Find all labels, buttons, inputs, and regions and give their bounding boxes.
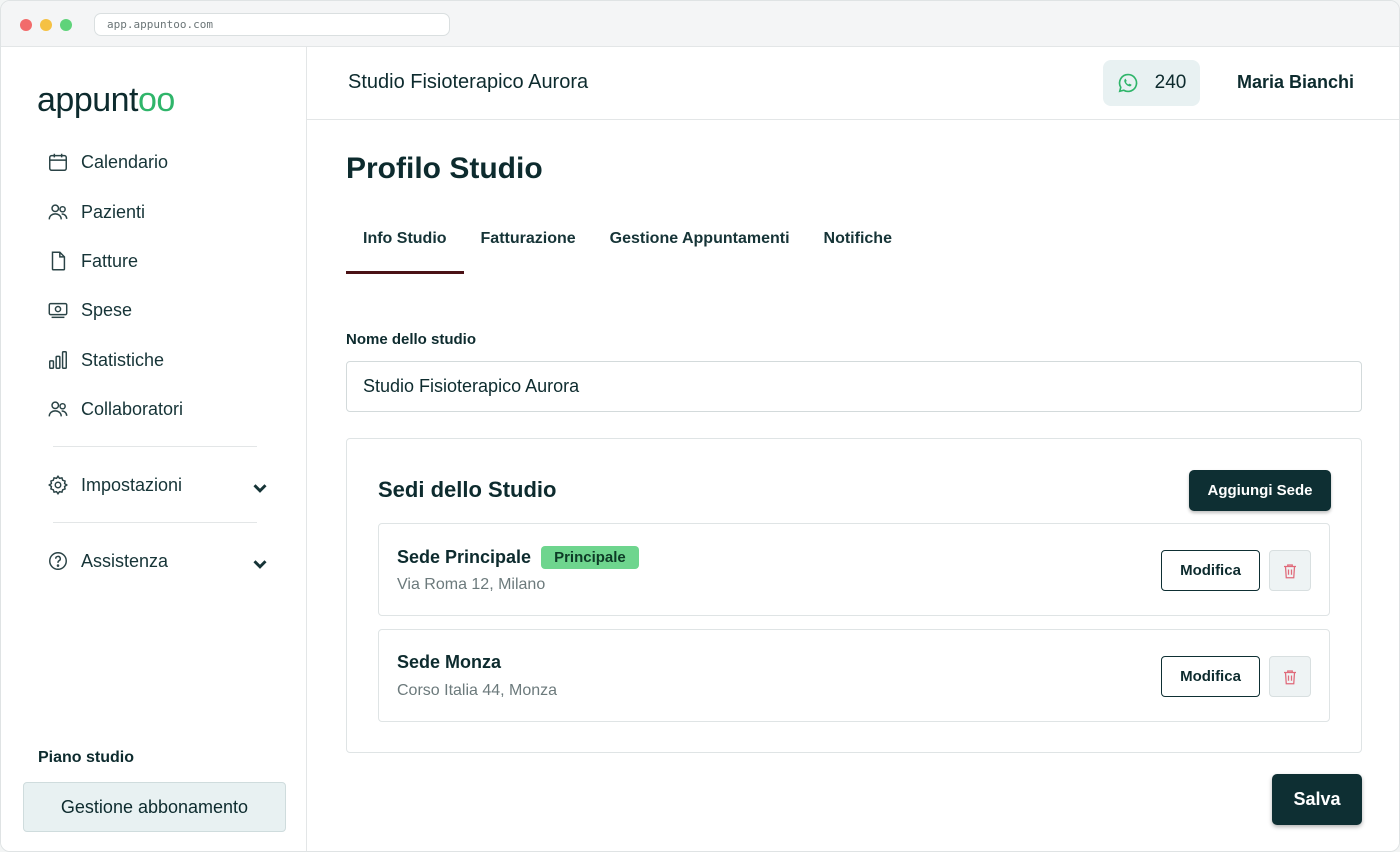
whatsapp-count: 240 [1154,72,1187,93]
chevron-down-icon [253,484,267,493]
edit-location-button[interactable]: Modifica [1161,550,1260,591]
sidebar-item-spese[interactable]: Spese [47,295,132,325]
add-location-button[interactable]: Aggiungi Sede [1189,470,1331,511]
sidebar-item-label: Impostazioni [81,474,183,495]
edit-location-button[interactable]: Modifica [1161,656,1260,697]
users-icon [48,401,68,417]
sidebar-item-label: Collaboratori [81,398,184,419]
topbar: Studio Fisioterapico Aurora 240 Maria Bi… [307,47,1399,120]
sidebar-item-collaboratori[interactable]: Collaboratori [47,394,183,424]
close-window-button[interactable] [20,19,32,31]
plan-label: Piano studio [38,749,134,766]
location-row: Sede Monza Corso Italia 44, Monza Modifi… [378,629,1330,722]
sidebar-item-statistiche[interactable]: Statistiche [47,345,164,375]
delete-location-button[interactable] [1269,550,1311,591]
sidebar-item-assistenza[interactable]: Assistenza [47,546,267,576]
help-icon [49,552,67,570]
sidebar-item-label: Spese [81,299,133,320]
studio-name-input[interactable] [346,361,1362,412]
sidebar-item-impostazioni[interactable]: Impostazioni [47,470,267,500]
tab-fatturazione[interactable]: Fatturazione [464,220,593,274]
studio-name-label: Nome dello studio [346,331,477,348]
calendar-icon [49,153,67,171]
sidebar-item-label: Assistenza [81,550,169,571]
users-icon [48,204,68,220]
sidebar-item-label: Calendario [81,151,169,172]
location-address: Via Roma 12, Milano [397,576,546,593]
tab-gestione-appuntamenti[interactable]: Gestione Appuntamenti [593,220,807,274]
money-icon [48,302,68,319]
sidebar-item-label: Statistiche [81,349,165,370]
delete-location-button[interactable] [1269,656,1311,697]
address-bar[interactable]: app.appuntoo.com [94,13,450,36]
location-name: Sede Principale [397,547,532,567]
tab-notifiche[interactable]: Notifiche [807,220,909,274]
location-name-row: Sede Principale Principale [397,546,639,569]
whatsapp-credits[interactable]: 240 [1103,60,1200,106]
location-row: Sede Principale Principale Via Roma 12, M… [378,523,1330,616]
location-name: Sede Monza [397,652,502,672]
whatsapp-icon [1118,73,1137,93]
tab-info-studio[interactable]: Info Studio [346,220,464,274]
main-content: Profilo Studio Info Studio Fatturazione … [307,120,1399,851]
save-button[interactable]: Salva [1272,774,1362,825]
page-title: Profilo Studio [346,152,543,185]
appuntoo-logo[interactable]: appuntoo [37,81,175,120]
browser-chrome: app.appuntoo.com [1,1,1399,47]
primary-badge: Principale [541,546,639,569]
bar-chart-icon [49,351,67,369]
location-address: Corso Italia 44, Monza [397,682,558,699]
user-name[interactable]: Maria Bianchi [1237,72,1354,93]
sidebar-divider [53,522,257,523]
sidebar: appuntoo Calendario Pazienti Fatture Spe… [1,47,307,851]
chevron-down-icon [253,560,267,569]
sidebar-item-pazienti[interactable]: Pazienti [47,197,145,227]
manage-subscription-button[interactable]: Gestione abbonamento [23,782,286,832]
locations-card: Sedi dello Studio Aggiungi Sede Sede Pri… [346,438,1362,753]
sidebar-item-fatture[interactable]: Fatture [47,246,138,276]
trash-icon [1284,563,1296,578]
tabs: Info Studio Fatturazione Gestione Appunt… [346,220,909,274]
sidebar-divider [53,446,257,447]
locations-title: Sedi dello Studio [378,477,557,502]
browser-window: app.appuntoo.com appuntoo Calendario Paz… [0,0,1400,852]
trash-icon [1284,669,1296,684]
sidebar-item-calendario[interactable]: Calendario [47,147,168,177]
gear-icon [48,475,68,495]
sidebar-item-label: Fatture [81,250,139,271]
minimize-window-button[interactable] [40,19,52,31]
maximize-window-button[interactable] [60,19,72,31]
studio-name: Studio Fisioterapico Aurora [348,71,589,93]
sidebar-item-label: Pazienti [81,201,146,222]
file-icon [51,251,66,271]
